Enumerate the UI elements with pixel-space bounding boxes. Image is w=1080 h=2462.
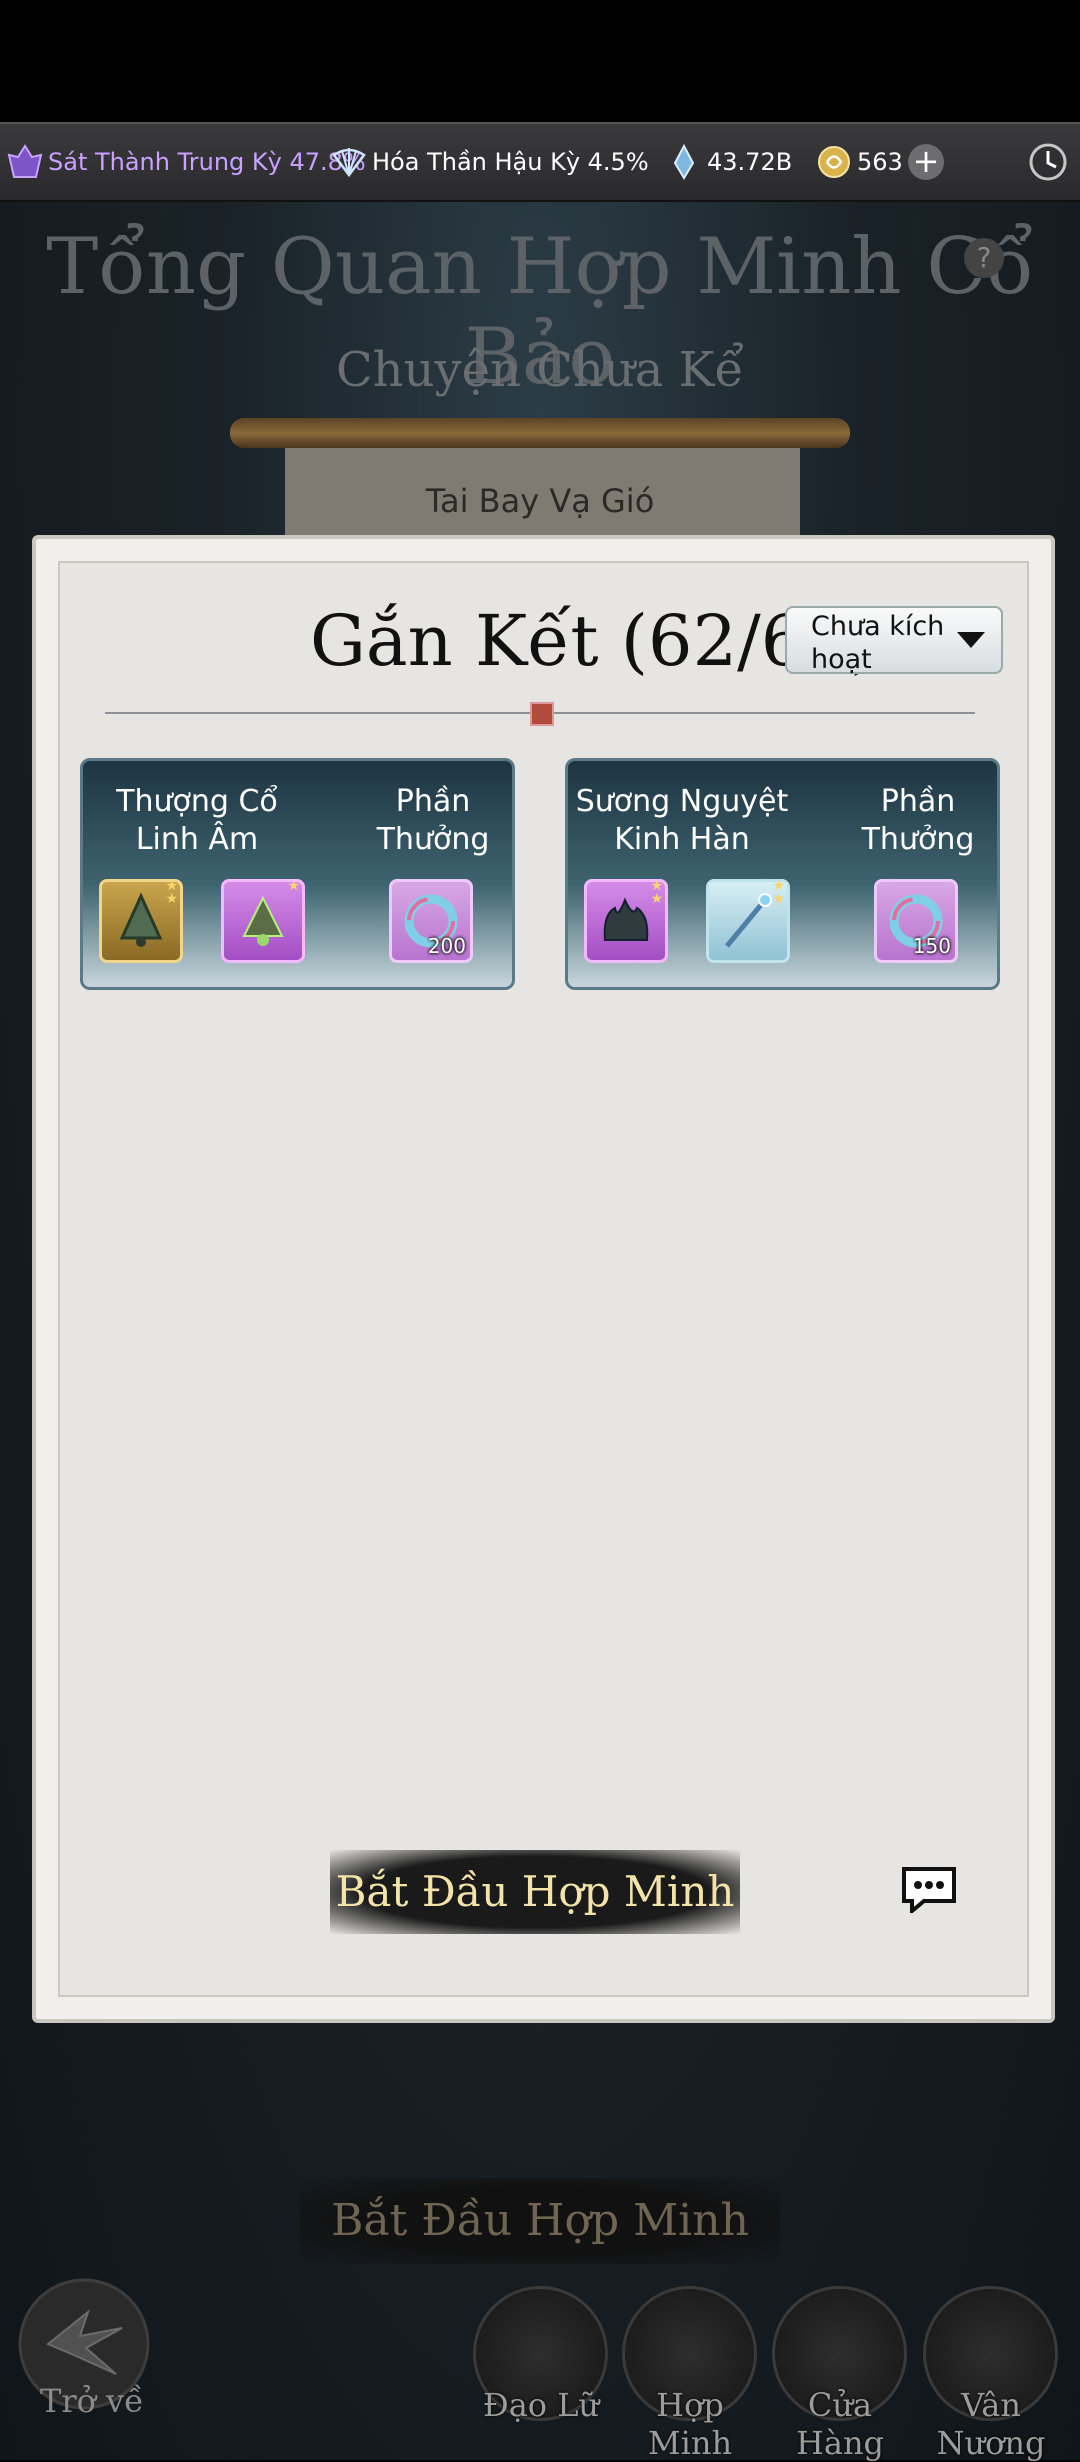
chat-icon[interactable] <box>900 1865 958 1913</box>
status-filter-dropdown[interactable]: Chưa kích hoạt <box>785 606 1003 675</box>
cultivation-text: Sát Thành Trung Kỳ 47.8% <box>48 148 366 176</box>
cultivation-icon <box>7 144 43 178</box>
add-currency-button[interactable]: + <box>908 144 944 180</box>
crystal-count: 43.72B <box>707 148 793 176</box>
seal-icon <box>530 702 554 726</box>
transformation-text: Hóa Thần Hậu Kỳ 4.5% <box>372 148 649 176</box>
nav-dao-lu-label[interactable]: Đạo Lữ <box>466 2386 616 2424</box>
reward-count: 200 <box>427 934 466 958</box>
reward-label: Phần Thưởng <box>861 784 975 857</box>
transformation-stat[interactable]: Hóa Thần Hậu Kỳ 4.5% <box>330 143 649 181</box>
bell-item-slot[interactable]: ★ ★ <box>99 879 183 963</box>
page-subtitle: Chuyện Chưa Kể <box>335 342 745 398</box>
coin-count: 563 <box>857 148 903 176</box>
nav-hop-minh-label[interactable]: Hợp Minh <box>615 2386 765 2462</box>
reward-item-slot[interactable]: 150 <box>874 879 958 963</box>
help-icon[interactable]: ? <box>964 238 1004 278</box>
bond-card-name: Thượng Cổ Linh Âm <box>116 784 278 857</box>
start-alliance-label: Bắt Đầu Hợp Minh <box>335 1867 735 1916</box>
staff-item-slot[interactable]: ★ ★ <box>706 879 790 963</box>
coin-icon <box>818 146 850 178</box>
flame-cauldron-item-slot[interactable]: ★ ★ <box>584 879 668 963</box>
reward-item-slot[interactable]: 200 <box>389 879 473 963</box>
fan-icon <box>332 148 366 178</box>
nav-van-nuong-label[interactable]: Vân Nương <box>916 2386 1066 2462</box>
crystal-icon <box>673 143 695 180</box>
chevron-down-icon <box>957 632 985 648</box>
cultivation-stat[interactable]: Sát Thành Trung Kỳ 47.8% <box>6 143 366 181</box>
scroll-banner-text: Tai Bay Vạ Gió <box>425 482 655 520</box>
flame-cauldron-icon <box>603 897 649 941</box>
bond-card-1[interactable]: Thượng Cổ Linh Âm Phần Thưởng ★ ★ ★ 200 <box>80 758 515 990</box>
bell-artifact-item-slot[interactable]: ★ <box>221 879 305 963</box>
bond-card-name: Sương Nguyệt Kinh Hàn <box>575 784 789 857</box>
coin-stat[interactable]: 563 <box>815 143 903 181</box>
scroll-rod <box>230 418 850 448</box>
reward-label: Phần Thưởng <box>376 784 490 857</box>
reward-count: 150 <box>912 934 951 958</box>
clock-icon[interactable] <box>1028 142 1068 182</box>
bell-icon <box>119 892 163 947</box>
start-alliance-button[interactable]: Bắt Đầu Hợp Minh <box>330 1850 740 1934</box>
status-bar: Sát Thành Trung Kỳ 47.8% Hóa Thần Hậu Kỳ… <box>0 122 1080 202</box>
start-alliance-label-background: Bắt Đầu Hợp Minh <box>331 2195 749 2246</box>
back-button-label[interactable]: Trở về <box>40 2382 144 2420</box>
nav-shop-label[interactable]: Cửa Hàng <box>765 2386 915 2462</box>
staff-icon <box>725 893 772 948</box>
bond-card-2[interactable]: Sương Nguyệt Kinh Hàn Phần Thưởng ★ ★ ★ ★ … <box>565 758 1000 990</box>
start-alliance-button-background: Bắt Đầu Hợp Minh <box>300 2178 780 2264</box>
crystal-stat[interactable]: 43.72B <box>665 143 792 181</box>
bell-artifact-icon <box>242 895 284 946</box>
dropdown-label: Chưa kích hoạt <box>811 611 945 675</box>
